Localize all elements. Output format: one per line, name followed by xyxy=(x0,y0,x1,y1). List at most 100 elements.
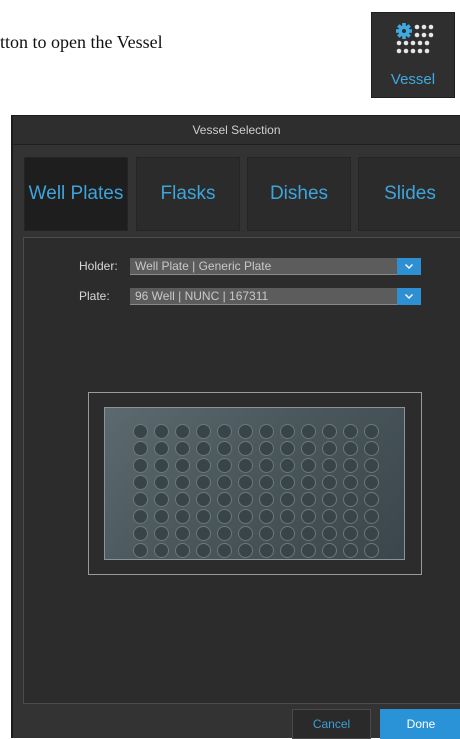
holder-select-value: Well Plate | Generic Plate xyxy=(135,259,272,273)
well xyxy=(259,492,274,507)
well xyxy=(196,492,211,507)
done-button[interactable]: Done xyxy=(380,709,460,739)
well xyxy=(238,441,253,456)
well xyxy=(217,475,232,490)
well xyxy=(280,458,295,473)
well xyxy=(322,441,337,456)
well xyxy=(280,543,295,558)
well xyxy=(259,441,274,456)
well xyxy=(259,424,274,439)
well xyxy=(217,526,232,541)
well xyxy=(322,475,337,490)
well xyxy=(343,492,358,507)
holder-label: Holder: xyxy=(79,259,118,273)
well xyxy=(196,509,211,524)
well xyxy=(259,475,274,490)
well xyxy=(217,509,232,524)
well xyxy=(343,458,358,473)
well xyxy=(133,543,148,558)
plate-select[interactable]: 96 Well | NUNC | 167311 xyxy=(130,288,421,305)
well xyxy=(175,492,190,507)
plate-select-value: 96 Well | NUNC | 167311 xyxy=(135,289,269,303)
cancel-button[interactable]: Cancel xyxy=(292,709,371,739)
well xyxy=(280,441,295,456)
well xyxy=(322,509,337,524)
well xyxy=(343,441,358,456)
gear-dots-icon xyxy=(396,23,434,54)
well xyxy=(259,543,274,558)
tab-flasks[interactable]: Flasks xyxy=(136,157,240,231)
chevron-down-icon[interactable] xyxy=(397,288,421,305)
well xyxy=(322,526,337,541)
well xyxy=(238,543,253,558)
well xyxy=(175,509,190,524)
well xyxy=(238,475,253,490)
well xyxy=(154,441,169,456)
well xyxy=(259,526,274,541)
well xyxy=(196,458,211,473)
well xyxy=(364,458,379,473)
instruction-text: tton to open the Vessel xyxy=(0,32,163,52)
vessel-button-label: Vessel xyxy=(390,71,436,88)
well xyxy=(301,543,316,558)
well xyxy=(259,509,274,524)
tab-slides[interactable]: Slides xyxy=(358,157,460,231)
well xyxy=(322,543,337,558)
well xyxy=(280,492,295,507)
well xyxy=(238,509,253,524)
well xyxy=(238,492,253,507)
well xyxy=(133,492,148,507)
tab-dishes[interactable]: Dishes xyxy=(247,157,351,231)
well xyxy=(322,458,337,473)
well xyxy=(280,526,295,541)
well xyxy=(364,475,379,490)
well xyxy=(343,475,358,490)
plate-label: Plate: xyxy=(79,289,110,303)
well xyxy=(364,543,379,558)
tab-well-plates[interactable]: Well Plates xyxy=(24,157,128,231)
well xyxy=(301,526,316,541)
well xyxy=(196,475,211,490)
well xyxy=(364,492,379,507)
dialog-title: Vessel Selection xyxy=(13,116,460,145)
well xyxy=(154,509,169,524)
well xyxy=(175,526,190,541)
well xyxy=(154,458,169,473)
well xyxy=(322,492,337,507)
well xyxy=(196,543,211,558)
well xyxy=(301,424,316,439)
well xyxy=(364,441,379,456)
well xyxy=(322,424,337,439)
well xyxy=(364,526,379,541)
well xyxy=(364,509,379,524)
well xyxy=(217,424,232,439)
well xyxy=(343,526,358,541)
well xyxy=(238,424,253,439)
well xyxy=(196,424,211,439)
well xyxy=(343,509,358,524)
plate-preview-frame xyxy=(88,392,422,575)
well xyxy=(259,458,274,473)
well xyxy=(301,492,316,507)
vessel-settings-panel: Holder: Well Plate | Generic Plate Plate… xyxy=(23,237,460,704)
well xyxy=(175,458,190,473)
well xyxy=(238,526,253,541)
well-plate-preview xyxy=(104,407,405,560)
well xyxy=(175,543,190,558)
well xyxy=(175,475,190,490)
well xyxy=(217,458,232,473)
well xyxy=(133,441,148,456)
well xyxy=(217,492,232,507)
well xyxy=(238,458,253,473)
chevron-down-icon[interactable] xyxy=(397,258,421,275)
well xyxy=(217,543,232,558)
well xyxy=(301,475,316,490)
well xyxy=(280,424,295,439)
well xyxy=(301,441,316,456)
vessel-button[interactable]: Vessel xyxy=(371,12,455,98)
well xyxy=(280,475,295,490)
holder-select[interactable]: Well Plate | Generic Plate xyxy=(130,258,421,275)
well xyxy=(364,424,379,439)
well-grid xyxy=(133,424,382,559)
well xyxy=(196,441,211,456)
